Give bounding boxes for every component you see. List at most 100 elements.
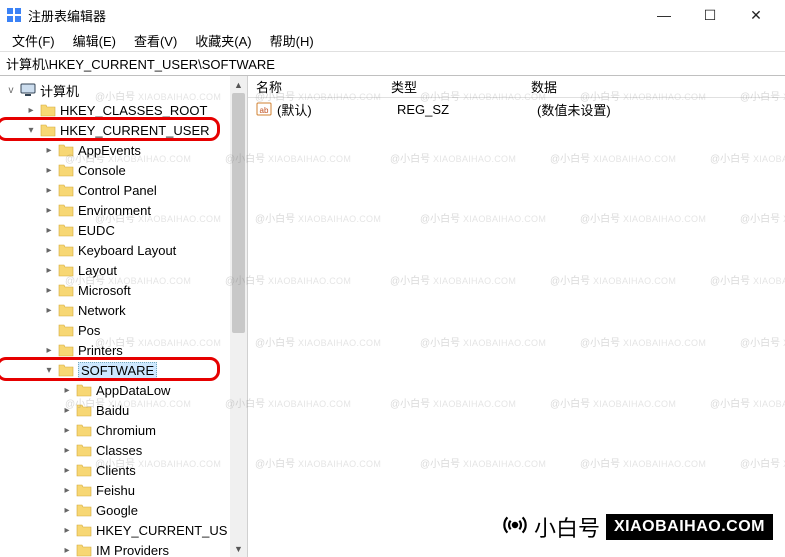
menu-edit[interactable]: 编辑(E) (67, 31, 122, 50)
tree-item[interactable]: ▸ Console (0, 160, 247, 180)
tree-item[interactable]: ▸Control Panel (0, 180, 247, 200)
tree-label: Console (78, 163, 126, 178)
expander-icon[interactable]: ▸ (60, 545, 74, 556)
folder-icon (76, 462, 92, 478)
tree-label: Microsoft (78, 283, 131, 298)
folder-icon (58, 282, 74, 298)
expander-icon[interactable]: ▸ (60, 505, 74, 516)
expander-icon[interactable]: ▸ (60, 385, 74, 396)
list-pane: 名称 类型 数据 ab (默认) REG_SZ (数值未设置) (248, 76, 785, 557)
window-title: 注册表编辑器 (28, 6, 106, 25)
tree-item[interactable]: ▸AppDataLow (0, 380, 247, 400)
tree-item[interactable]: ▸ Printers (0, 340, 247, 360)
close-button[interactable]: ✕ (733, 0, 779, 30)
expander-icon[interactable]: ▸ (42, 225, 56, 236)
tree-item[interactable]: ▸ Keyboard Layout (0, 240, 247, 260)
tree-item[interactable]: ▸Clients (0, 460, 247, 480)
titlebar: 注册表编辑器 — ☐ ✕ (0, 0, 785, 30)
tree-label: Printers (78, 343, 123, 358)
tree-item[interactable]: ▸ Microsoft (0, 280, 247, 300)
value-data: (数值未设置) (529, 100, 785, 119)
tree-item[interactable]: ▾SOFTWARE (0, 360, 247, 380)
expander-icon[interactable]: ▸ (60, 445, 74, 456)
expander-icon[interactable]: ▸ (42, 285, 56, 296)
tree-item[interactable]: ▸HKEY_CURRENT_US (0, 520, 247, 540)
folder-icon (76, 522, 92, 538)
expander-icon[interactable]: ▸ (42, 345, 56, 356)
expander-icon[interactable]: ▾ (24, 125, 38, 136)
expander-icon[interactable]: ▸ (42, 165, 56, 176)
tree-item[interactable]: ▸Chromium (0, 420, 247, 440)
folder-icon (58, 182, 74, 198)
tree-label: Baidu (96, 403, 129, 418)
tree-item[interactable]: ▸EUDC (0, 220, 247, 240)
folder-icon (40, 102, 56, 118)
expander-icon[interactable]: ▸ (60, 485, 74, 496)
folder-icon (58, 142, 74, 158)
scroll-down-button[interactable]: ▼ (230, 540, 247, 557)
expander-icon[interactable]: ▾ (42, 365, 56, 376)
tree-item[interactable]: Pos (0, 320, 247, 340)
tree-item[interactable]: ▸ Classes (0, 440, 247, 460)
value-type: REG_SZ (389, 102, 529, 117)
folder-icon (58, 302, 74, 318)
tree-item[interactable]: ▾HKEY_CURRENT_USER (0, 120, 247, 140)
expander-icon[interactable]: ▸ (60, 525, 74, 536)
minimize-button[interactable]: — (641, 0, 687, 30)
expander-icon[interactable]: ▸ (42, 265, 56, 276)
brand-text-en: XIAOBAIHAO.COM (606, 514, 773, 540)
expander-icon[interactable]: ▸ (60, 465, 74, 476)
list-row[interactable]: ab (默认) REG_SZ (数值未设置) (248, 98, 785, 120)
tree-item[interactable]: ▸ Environment (0, 200, 247, 220)
expander-icon[interactable]: ▸ (42, 305, 56, 316)
folder-icon (58, 262, 74, 278)
tree-item[interactable]: ▸IM Providers (0, 540, 247, 557)
folder-icon (58, 202, 74, 218)
expander-icon[interactable]: ▸ (42, 145, 56, 156)
folder-icon (76, 402, 92, 418)
scroll-up-button[interactable]: ▲ (230, 76, 247, 93)
menu-view[interactable]: 查看(V) (128, 31, 183, 50)
tree-label: Layout (78, 263, 117, 278)
expander-icon[interactable]: ▸ (24, 105, 38, 116)
registry-tree[interactable]: v计算机▸HKEY_CLASSES_ROOT▾HKEY_CURRENT_USER… (0, 76, 247, 557)
tree-item[interactable]: ▸ Feishu (0, 480, 247, 500)
brand-badge: 小白号 XIAOBAIHAO.COM (502, 511, 773, 543)
expander-icon[interactable]: ▸ (60, 425, 74, 436)
tree-item[interactable]: ▸ Layout (0, 260, 247, 280)
address-path: 计算机\HKEY_CURRENT_USER\SOFTWARE (6, 54, 275, 73)
column-header-type[interactable]: 类型 (383, 77, 523, 96)
menu-file[interactable]: 文件(F) (6, 31, 61, 50)
expander-icon[interactable]: ▸ (42, 205, 56, 216)
menu-favorites[interactable]: 收藏夹(A) (189, 31, 257, 50)
tree-item[interactable]: ▸AppEvents (0, 140, 247, 160)
scroll-thumb[interactable] (232, 93, 245, 333)
folder-icon (76, 482, 92, 498)
tree-root[interactable]: v 计算机 (0, 80, 247, 100)
tree-label: Feishu (96, 483, 135, 498)
folder-icon (58, 162, 74, 178)
tree-label: HKEY_CLASSES_ROOT (60, 103, 207, 118)
folder-icon (58, 362, 74, 378)
column-header-name[interactable]: 名称 (248, 77, 383, 96)
menu-help[interactable]: 帮助(H) (264, 31, 320, 50)
folder-icon (76, 382, 92, 398)
folder-icon (58, 322, 74, 338)
expander-icon[interactable]: ▸ (42, 245, 56, 256)
folder-icon (76, 422, 92, 438)
maximize-button[interactable]: ☐ (687, 0, 733, 30)
addressbar[interactable]: 计算机\HKEY_CURRENT_USER\SOFTWARE (0, 52, 785, 76)
tree-label: Keyboard Layout (78, 243, 176, 258)
tree-label: Classes (96, 443, 142, 458)
expander-icon[interactable]: v (4, 85, 18, 96)
tree-item[interactable]: ▸ HKEY_CLASSES_ROOT (0, 100, 247, 120)
tree-label: 计算机 (40, 81, 79, 100)
tree-item[interactable]: ▸ Baidu (0, 400, 247, 420)
expander-icon[interactable]: ▸ (42, 185, 56, 196)
tree-item[interactable]: ▸Google (0, 500, 247, 520)
scrollbar-vertical[interactable]: ▲ ▼ (230, 76, 247, 557)
expander-icon[interactable]: ▸ (60, 405, 74, 416)
tree-label: Environment (78, 203, 151, 218)
tree-item[interactable]: ▸Network (0, 300, 247, 320)
column-header-data[interactable]: 数据 (523, 77, 785, 96)
